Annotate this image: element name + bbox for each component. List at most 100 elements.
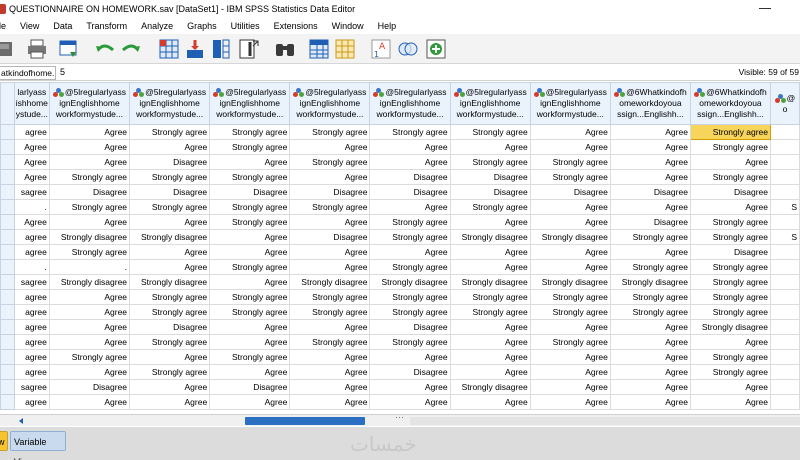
table-cell[interactable]: Strongly agree xyxy=(529,334,611,350)
table-cell[interactable]: Strongly disagree xyxy=(289,274,371,290)
table-cell[interactable]: Agree xyxy=(529,319,611,335)
table-cell[interactable]: Strongly disagree xyxy=(129,229,211,245)
table-cell[interactable] xyxy=(770,169,800,185)
row-header[interactable] xyxy=(0,139,15,155)
table-cell[interactable]: Strongly agree xyxy=(48,199,131,215)
table-cell[interactable]: Agree xyxy=(369,379,451,395)
table-cell[interactable]: S xyxy=(770,229,800,245)
insert-variable-icon[interactable] xyxy=(334,38,356,60)
cell-name-box[interactable]: atkindofhome... xyxy=(0,66,56,80)
table-cell[interactable]: agree xyxy=(13,364,50,380)
table-cell[interactable]: Disagree xyxy=(529,184,611,200)
table-cell[interactable]: Agree xyxy=(689,379,772,395)
table-cell[interactable]: Agree xyxy=(529,394,611,410)
table-cell[interactable]: Strongly agree xyxy=(129,304,211,320)
table-cell[interactable]: Strongly agree xyxy=(369,304,451,320)
table-cell[interactable]: Strongly agree xyxy=(449,304,531,320)
row-header[interactable] xyxy=(0,334,15,350)
menu-help[interactable]: Help xyxy=(371,21,404,31)
column-header[interactable]: @ o xyxy=(770,82,800,125)
open-data-icon[interactable] xyxy=(0,38,16,60)
table-cell[interactable]: Agree xyxy=(609,169,691,185)
table-cell[interactable] xyxy=(770,304,800,320)
table-cell[interactable]: Strongly agree xyxy=(449,124,531,140)
table-cell[interactable]: Agree xyxy=(129,394,211,410)
table-cell[interactable]: Disagree xyxy=(129,319,211,335)
table-cell[interactable]: Agree xyxy=(529,124,611,140)
table-cell[interactable]: Disagree xyxy=(689,184,772,200)
table-cell[interactable] xyxy=(770,364,800,380)
table-cell[interactable] xyxy=(770,124,800,140)
table-cell[interactable]: Agree xyxy=(609,139,691,155)
table-cell[interactable]: Strongly agree xyxy=(289,199,371,215)
table-cell[interactable]: Agree xyxy=(13,139,50,155)
table-cell[interactable]: Agree xyxy=(48,289,131,305)
table-cell[interactable]: Disagree xyxy=(449,169,531,185)
table-cell[interactable]: Agree xyxy=(609,364,691,380)
table-cell[interactable]: Agree xyxy=(689,154,772,170)
table-cell[interactable]: Disagree xyxy=(609,184,691,200)
column-header[interactable]: @5lregularlyass ignEnglishhome workformyst… xyxy=(209,82,291,125)
table-cell[interactable]: Strongly disagree xyxy=(369,274,451,290)
table-cell[interactable]: Strongly disagree xyxy=(48,274,131,290)
table-cell[interactable]: Agree xyxy=(289,244,371,260)
column-header[interactable]: @5lregularlyass ignEnglishhome workformyst… xyxy=(129,82,211,125)
table-cell[interactable]: Agree xyxy=(48,334,131,350)
table-cell[interactable]: Agree xyxy=(529,379,611,395)
row-header[interactable] xyxy=(0,124,15,140)
row-header[interactable] xyxy=(0,169,15,185)
table-cell[interactable]: Strongly agree xyxy=(129,334,211,350)
table-cell[interactable]: Strongly disagree xyxy=(609,274,691,290)
table-cell[interactable]: Agree xyxy=(48,364,131,380)
table-cell[interactable] xyxy=(770,214,800,230)
table-cell[interactable]: Agree xyxy=(209,274,291,290)
table-cell[interactable]: Agree xyxy=(289,214,371,230)
table-cell[interactable]: Disagree xyxy=(48,184,131,200)
table-cell[interactable] xyxy=(770,244,800,260)
table-cell[interactable]: Agree xyxy=(289,139,371,155)
table-cell[interactable]: Agree xyxy=(529,139,611,155)
table-cell[interactable]: Agree xyxy=(609,154,691,170)
table-cell[interactable]: Strongly disagree xyxy=(449,229,531,245)
table-cell[interactable] xyxy=(770,349,800,365)
redo-icon[interactable] xyxy=(120,38,142,60)
table-cell[interactable]: Disagree xyxy=(369,319,451,335)
table-cell[interactable]: Agree xyxy=(129,139,211,155)
table-cell[interactable]: Agree xyxy=(529,244,611,260)
menu-analyze[interactable]: Analyze xyxy=(134,21,180,31)
table-cell[interactable]: Strongly agree xyxy=(129,289,211,305)
table-cell[interactable]: Agree xyxy=(449,334,531,350)
table-cell[interactable]: Agree xyxy=(209,319,291,335)
column-header[interactable]: @6Whatkindofh omeworkdoyoua ssign...Englis… xyxy=(609,82,691,125)
table-cell[interactable]: Strongly agree xyxy=(689,274,772,290)
tab-variable-view[interactable]: Variable View xyxy=(10,431,66,460)
table-cell[interactable]: Disagree xyxy=(369,184,451,200)
row-header[interactable] xyxy=(0,349,15,365)
table-cell[interactable]: Agree xyxy=(689,199,772,215)
table-cell[interactable] xyxy=(770,184,800,200)
table-cell[interactable] xyxy=(770,259,800,275)
table-cell[interactable]: agree xyxy=(13,334,50,350)
row-header[interactable] xyxy=(0,364,15,380)
table-cell[interactable]: . xyxy=(13,259,50,275)
menu-file[interactable]: ile xyxy=(0,21,13,31)
selected-cell[interactable]: Strongly agree xyxy=(689,124,772,140)
column-header[interactable]: @5lregularlyass ignEnglishhome workformyst… xyxy=(529,82,611,125)
row-header[interactable] xyxy=(0,244,15,260)
recall-dialog-icon[interactable] xyxy=(58,38,80,60)
table-cell[interactable]: Disagree xyxy=(129,184,211,200)
table-cell[interactable]: Strongly agree xyxy=(609,304,691,320)
table-cell[interactable]: Agree xyxy=(289,259,371,275)
column-header[interactable]: @5lregularlyass ignEnglishhome workformyst… xyxy=(289,82,371,125)
table-cell[interactable] xyxy=(770,319,800,335)
table-cell[interactable]: Agree xyxy=(369,199,451,215)
table-cell[interactable]: Strongly agree xyxy=(689,229,772,245)
table-cell[interactable]: Strongly agree xyxy=(209,139,291,155)
table-cell[interactable]: Strongly agree xyxy=(209,289,291,305)
table-cell[interactable]: Agree xyxy=(609,349,691,365)
column-header[interactable]: @5lregularlyass ignEnglishhome workformyst… xyxy=(369,82,451,125)
table-cell[interactable]: Agree xyxy=(609,199,691,215)
table-cell[interactable]: Strongly agree xyxy=(209,199,291,215)
goto-case-icon[interactable] xyxy=(158,38,180,60)
table-cell[interactable]: Agree xyxy=(529,214,611,230)
